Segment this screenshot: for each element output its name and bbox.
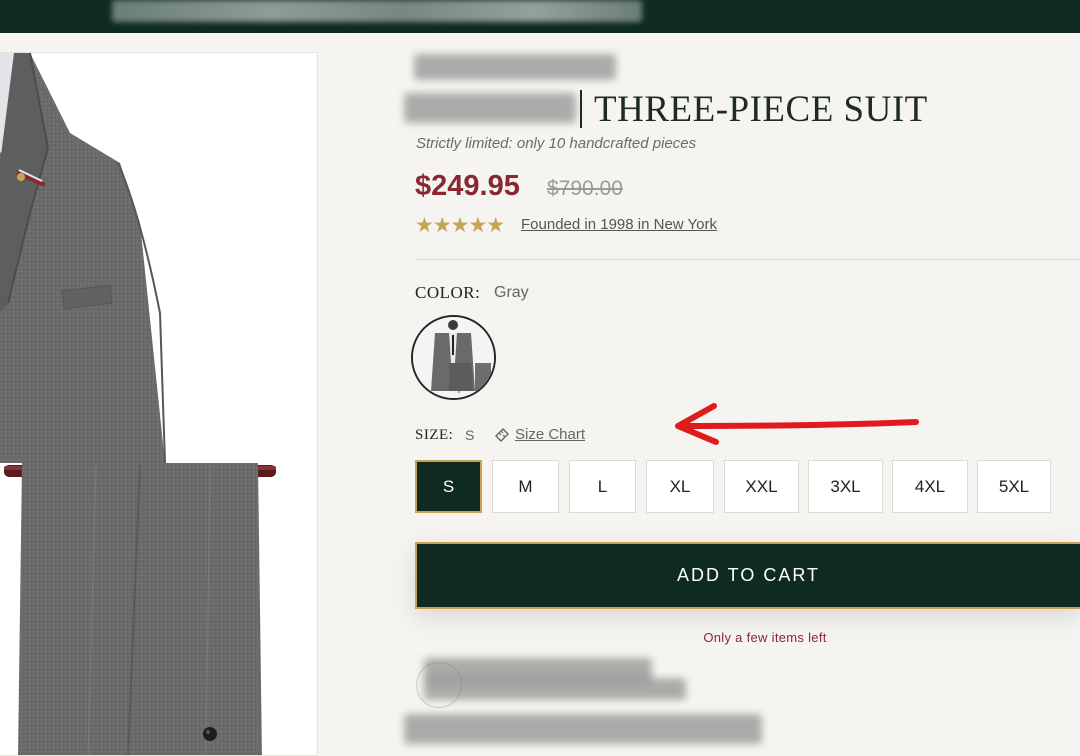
- color-swatch-gray[interactable]: [411, 315, 496, 400]
- founded-link[interactable]: Founded in 1998 in New York: [521, 216, 717, 233]
- add-to-cart-button[interactable]: ADD TO CART: [415, 542, 1080, 609]
- divider: [415, 259, 1080, 260]
- product-title: THREE-PIECE SUIT: [594, 89, 928, 130]
- ruler-icon: [495, 428, 509, 442]
- top-announcement-bar: [0, 0, 1080, 33]
- annotation-arrow-icon: [675, 403, 919, 445]
- size-option-5xl[interactable]: 5XL: [977, 460, 1051, 513]
- size-option-xxl[interactable]: XXL: [724, 460, 799, 513]
- size-label: SIZE:: [415, 427, 454, 443]
- color-value: Gray: [494, 284, 529, 301]
- suit-thumbnail-icon: [413, 317, 494, 398]
- size-value: S: [465, 427, 475, 443]
- blurred-announcement-text: [112, 0, 642, 22]
- rating-stars-icon: ★★★★★: [415, 214, 505, 237]
- blurred-title-prefix: [404, 93, 576, 123]
- size-option-s[interactable]: S: [415, 460, 482, 513]
- color-label: COLOR:: [415, 283, 481, 302]
- size-option-l[interactable]: L: [569, 460, 636, 513]
- stock-note: Only a few items left: [703, 630, 827, 645]
- product-tagline: Strictly limited: only 10 handcrafted pi…: [416, 135, 697, 152]
- size-option-m[interactable]: M: [492, 460, 559, 513]
- size-option-xl[interactable]: XL: [646, 460, 714, 513]
- suit-illustration: [0, 53, 276, 755]
- blurred-description: [404, 714, 762, 744]
- size-chart-label: Size Chart: [515, 426, 586, 443]
- blurred-brand-name: [414, 54, 616, 80]
- product-image[interactable]: [0, 52, 318, 756]
- sale-price: $249.95: [415, 170, 520, 202]
- size-option-4xl[interactable]: 4XL: [892, 460, 968, 513]
- blurred-feature-text-2: [424, 678, 686, 700]
- title-divider: [580, 90, 582, 128]
- size-option-3xl[interactable]: 3XL: [808, 460, 883, 513]
- compare-price: $790.00: [547, 177, 623, 200]
